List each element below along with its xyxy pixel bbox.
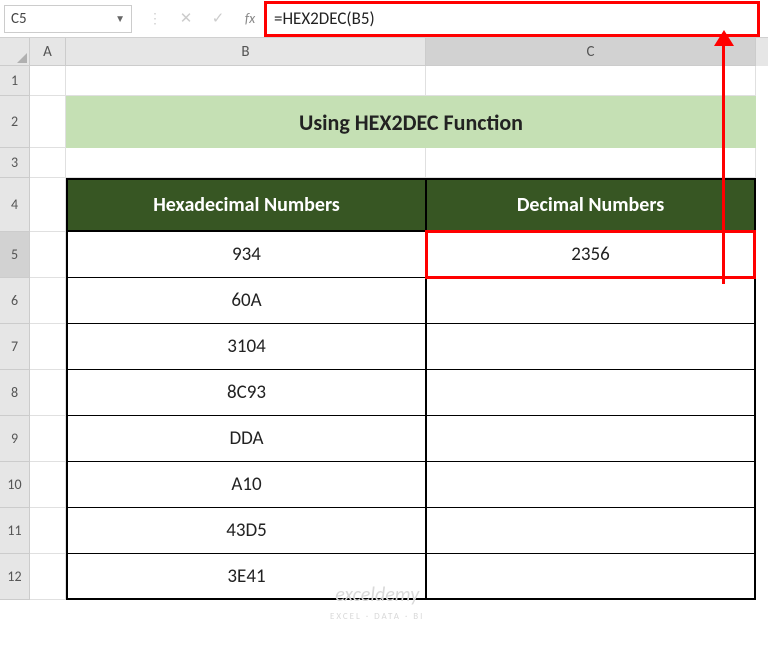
row-header-11[interactable]: 11	[0, 508, 30, 554]
cell-C1[interactable]	[426, 66, 756, 96]
cell-B5[interactable]: 934	[66, 232, 426, 278]
cell-A5[interactable]	[30, 232, 66, 278]
cell-A2[interactable]	[30, 96, 66, 148]
cell-A12[interactable]	[30, 554, 66, 600]
header-hex[interactable]: Hexadecimal Numbers	[66, 178, 426, 232]
cell-B8[interactable]: 8C93	[66, 370, 426, 416]
cell-A4[interactable]	[30, 178, 66, 232]
cell-A7[interactable]	[30, 324, 66, 370]
fx-icon[interactable]: fx	[234, 5, 266, 33]
grip-icon: ⋮	[138, 5, 170, 33]
cell-C11[interactable]	[426, 508, 756, 554]
cell-B12[interactable]: 3E41	[66, 554, 426, 600]
row-header-3[interactable]: 3	[0, 148, 30, 178]
cell-C6[interactable]	[426, 278, 756, 324]
cell-C3[interactable]	[426, 148, 756, 178]
cell-A11[interactable]	[30, 508, 66, 554]
row-header-1[interactable]: 1	[0, 66, 30, 96]
cell-A6[interactable]	[30, 278, 66, 324]
cell-A10[interactable]	[30, 462, 66, 508]
col-header-A[interactable]: A	[30, 38, 66, 66]
cell-B6[interactable]: 60A	[66, 278, 426, 324]
cell-B9[interactable]: DDA	[66, 416, 426, 462]
check-icon[interactable]: ✓	[202, 5, 234, 33]
row-header-2[interactable]: 2	[0, 96, 30, 148]
cell-B10[interactable]: A10	[66, 462, 426, 508]
title-text: Using HEX2DEC Function	[299, 109, 523, 136]
annotation-arrow-line	[722, 34, 725, 284]
formula-bar: C5 ▼ ⋮ ✕ ✓ fx =HEX2DEC(B5)	[0, 0, 768, 38]
cell-C5-value: 2356	[571, 243, 610, 266]
cell-B5-value: 934	[232, 243, 261, 266]
cell-C9[interactable]	[426, 416, 756, 462]
header-hex-text: Hexadecimal Numbers	[153, 193, 340, 217]
cell-A9[interactable]	[30, 416, 66, 462]
formula-text: =HEX2DEC(B5)	[274, 8, 375, 29]
name-box[interactable]: C5 ▼	[4, 5, 132, 33]
cell-C12[interactable]	[426, 554, 756, 600]
annotation-arrow-head	[714, 30, 734, 46]
cell-B11[interactable]: 43D5	[66, 508, 426, 554]
watermark-sub: EXCEL · DATA · BI	[330, 611, 424, 622]
row-header-4[interactable]: 4	[0, 178, 30, 232]
cell-A8[interactable]	[30, 370, 66, 416]
row-header-12[interactable]: 12	[0, 554, 30, 600]
cancel-icon[interactable]: ✕	[170, 5, 202, 33]
cell-C8[interactable]	[426, 370, 756, 416]
row-header-9[interactable]: 9	[0, 416, 30, 462]
row-header-5[interactable]: 5	[0, 232, 30, 278]
header-dec-text: Decimal Numbers	[517, 193, 664, 217]
row-header-6[interactable]: 6	[0, 278, 30, 324]
cell-C7[interactable]	[426, 324, 756, 370]
cell-C10[interactable]	[426, 462, 756, 508]
cell-A3[interactable]	[30, 148, 66, 178]
cell-C5[interactable]: 2356	[426, 232, 756, 278]
select-all-corner[interactable]	[0, 38, 30, 66]
formula-input[interactable]: =HEX2DEC(B5)	[266, 5, 764, 33]
column-headers: A B C	[0, 38, 768, 66]
col-header-C[interactable]: C	[426, 38, 756, 66]
cell-B1[interactable]	[66, 66, 426, 96]
row-header-8[interactable]: 8	[0, 370, 30, 416]
cell-B7[interactable]: 3104	[66, 324, 426, 370]
row-header-10[interactable]: 10	[0, 462, 30, 508]
chevron-down-icon[interactable]: ▼	[115, 12, 125, 25]
name-box-value: C5	[11, 10, 27, 28]
header-dec[interactable]: Decimal Numbers	[426, 178, 756, 232]
cell-B3[interactable]	[66, 148, 426, 178]
title-cell[interactable]: Using HEX2DEC Function	[66, 96, 756, 148]
spreadsheet-grid: A B C 1 2 Using HEX2DEC Function 3 4 Hex…	[0, 38, 768, 600]
row-header-7[interactable]: 7	[0, 324, 30, 370]
col-header-B[interactable]: B	[66, 38, 426, 66]
cell-A1[interactable]	[30, 66, 66, 96]
